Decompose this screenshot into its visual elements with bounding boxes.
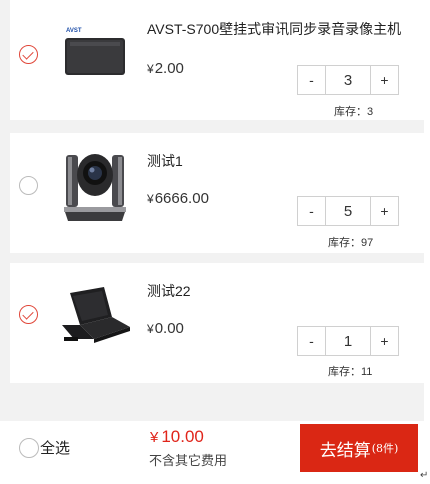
- quantity-stepper: - +: [297, 65, 399, 95]
- quantity-stepper: - +: [297, 196, 399, 226]
- price-value: 0.00: [154, 320, 184, 337]
- cart-page: AVST AVST-S700壁挂式审讯同步录音录像主机 ¥2.00 - + 库存…: [0, 0, 424, 484]
- product-image-camera[interactable]: [52, 147, 138, 225]
- total-price: ¥10.00: [150, 427, 204, 447]
- cart-item: 测试22 ¥0.00 - + 库存：11: [10, 263, 424, 383]
- item-checkbox[interactable]: [19, 305, 38, 324]
- cart-item: AVST AVST-S700壁挂式审讯同步录音录像主机 ¥2.00 - + 库存…: [10, 0, 424, 120]
- currency-symbol: ¥: [147, 62, 154, 76]
- stock-label: 库存：3: [334, 106, 374, 118]
- recorder-device-icon: AVST: [52, 18, 138, 96]
- quantity-input[interactable]: [326, 197, 370, 225]
- product-image-laptop[interactable]: [52, 277, 138, 355]
- plus-button[interactable]: +: [370, 66, 398, 94]
- select-all-checkbox[interactable]: [19, 437, 39, 458]
- minus-button[interactable]: -: [298, 66, 326, 94]
- total-value: 10.00: [161, 427, 204, 446]
- item-checkbox[interactable]: [19, 45, 38, 64]
- checkout-bar: 全选 ¥10.00 不含其它费用 去结算 (8件): [0, 421, 424, 484]
- product-price: ¥6666.00: [147, 190, 209, 207]
- plus-button[interactable]: +: [370, 197, 398, 225]
- select-all-toggle[interactable]: 全选: [19, 437, 70, 458]
- item-checkbox[interactable]: [19, 176, 38, 195]
- product-image-recorder[interactable]: AVST: [52, 18, 138, 96]
- minus-button[interactable]: -: [298, 197, 326, 225]
- price-value: 6666.00: [154, 190, 209, 207]
- currency-symbol: ¥: [147, 192, 154, 206]
- rugged-laptop-icon: [52, 277, 138, 355]
- checkout-label: 去结算: [319, 440, 371, 461]
- select-all-label: 全选: [40, 440, 71, 457]
- stock-label: 库存：11: [328, 366, 373, 378]
- return-mark: ↵: [420, 470, 429, 481]
- brand-logo-text: AVST: [66, 28, 82, 34]
- product-price: ¥2.00: [147, 60, 184, 77]
- product-price: ¥0.00: [147, 320, 184, 337]
- quantity-input[interactable]: [326, 66, 370, 94]
- minus-button[interactable]: -: [298, 327, 326, 355]
- checkout-button[interactable]: 去结算 (8件): [300, 424, 418, 472]
- cart-item: 测试1 ¥6666.00 - + 库存：97: [10, 133, 424, 253]
- currency-symbol: ¥: [150, 429, 159, 446]
- ptz-camera-icon: [52, 147, 138, 225]
- currency-symbol: ¥: [147, 322, 154, 336]
- plus-button[interactable]: +: [370, 327, 398, 355]
- product-title[interactable]: 测试22: [147, 282, 407, 300]
- stock-label: 库存：97: [328, 237, 374, 249]
- checkout-count: (8件): [371, 442, 399, 455]
- fee-note: 不含其它费用: [149, 453, 228, 468]
- product-title[interactable]: 测试1: [147, 152, 407, 170]
- quantity-stepper: - +: [297, 326, 399, 356]
- product-title[interactable]: AVST-S700壁挂式审讯同步录音录像主机: [147, 20, 407, 38]
- price-value: 2.00: [154, 60, 184, 77]
- quantity-input[interactable]: [326, 327, 370, 355]
